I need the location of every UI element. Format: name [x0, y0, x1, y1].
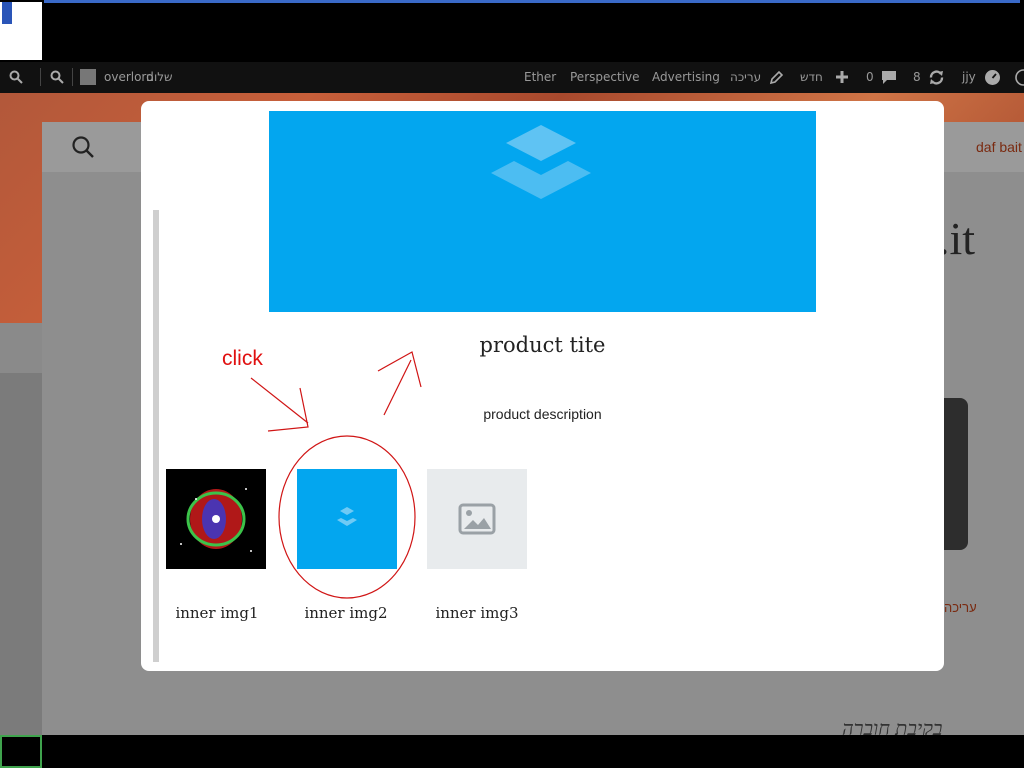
search-icon[interactable]: [71, 135, 95, 159]
avatar[interactable]: [80, 69, 96, 85]
admin-bar: overlord שלום Ether Perspective Advertis…: [0, 62, 1024, 93]
product-title: product tite: [479, 333, 606, 357]
scrollbar[interactable]: [153, 210, 159, 662]
bottom-black-bar: [0, 735, 1024, 768]
thumbnail-2[interactable]: [297, 469, 397, 569]
new-link[interactable]: חדש: [800, 70, 823, 84]
thumbnail-3[interactable]: [427, 469, 527, 569]
edit-link[interactable]: עריכה: [944, 600, 977, 615]
taskbar-start-button[interactable]: [0, 735, 42, 768]
menu-link-ether[interactable]: Ether: [524, 70, 556, 84]
top-black-bar: [0, 0, 1024, 62]
menu-link-perspective[interactable]: Perspective: [570, 70, 640, 84]
thumbnail-3-label: inner img3: [435, 604, 519, 622]
browser-accent-strip: [44, 0, 1020, 3]
annotation-click-text: click: [222, 347, 263, 370]
comment-icon[interactable]: [881, 70, 897, 85]
dashboard-icon[interactable]: [984, 69, 1001, 86]
wordpress-icon[interactable]: [1015, 69, 1024, 86]
thumbnail-1[interactable]: [166, 469, 266, 569]
nav-link[interactable]: daf bait: [976, 139, 1022, 155]
image-placeholder-icon: [458, 503, 496, 535]
corner-block: [0, 2, 42, 60]
edit-link[interactable]: עריכה: [730, 70, 761, 84]
search-icon[interactable]: [50, 70, 64, 84]
admin-bar-separator: [40, 68, 41, 86]
product-modal: product tite product description inner i…: [141, 101, 944, 671]
thumbnail-2-label: inner img2: [304, 604, 388, 622]
site-name[interactable]: jjy: [962, 70, 976, 84]
comments-count[interactable]: 0: [866, 70, 874, 84]
product-main-image: [269, 111, 816, 312]
greeting-text[interactable]: שלום: [146, 70, 173, 84]
nebula-photo: [166, 469, 266, 569]
updates-count[interactable]: 8: [913, 70, 921, 84]
product-description: product description: [483, 406, 602, 422]
layers-icon: [337, 507, 357, 526]
left-strip: [0, 323, 42, 373]
menu-link-advertising[interactable]: Advertising: [652, 70, 720, 84]
admin-bar-separator: [72, 68, 73, 86]
search-icon[interactable]: [9, 70, 23, 84]
plus-icon[interactable]: [835, 70, 849, 84]
refresh-icon[interactable]: [928, 69, 945, 86]
layers-icon: [491, 125, 591, 199]
pencil-icon[interactable]: [769, 70, 784, 85]
thumbnail-1-label: inner img1: [175, 604, 259, 622]
